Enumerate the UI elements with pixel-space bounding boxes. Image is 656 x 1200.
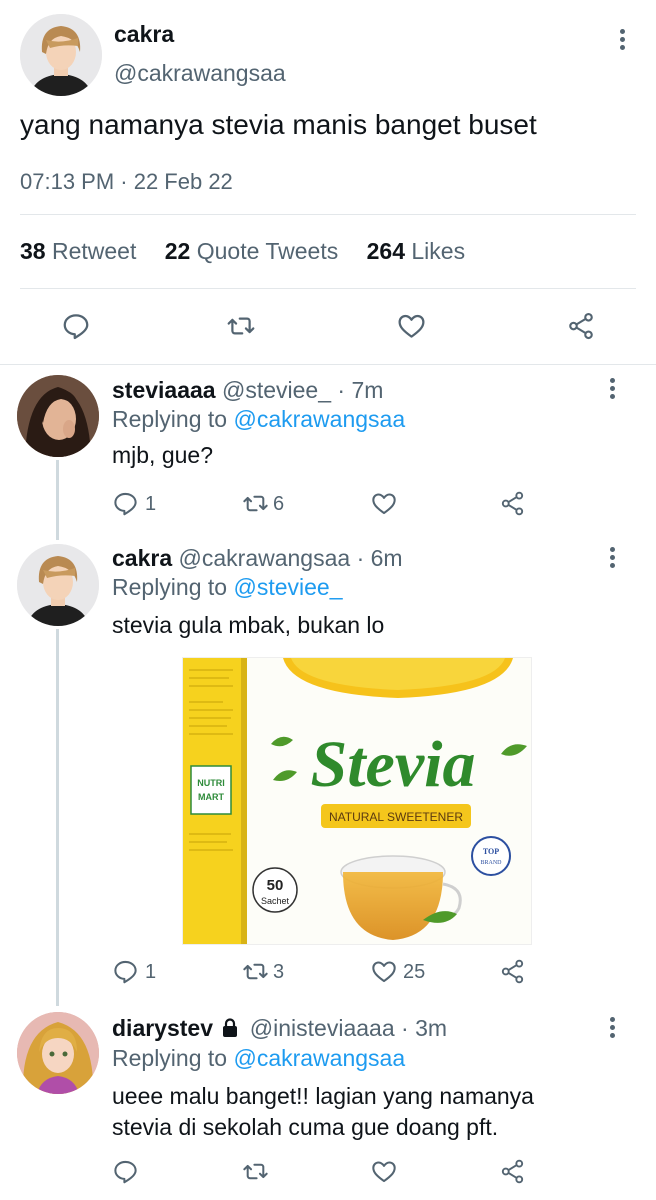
tweet-text: yang namanya stevia manis banget buset: [20, 109, 537, 140]
share-icon[interactable]: [499, 1158, 526, 1185]
nutri-badge-text: NUTRI: [197, 778, 225, 788]
thread-line: [56, 460, 59, 540]
more-options-icon[interactable]: [618, 29, 626, 51]
reply-icon[interactable]: [112, 1158, 139, 1185]
likes-stat[interactable]: 264 Likes: [367, 238, 465, 264]
reply-author-handle[interactable]: @steviee_: [222, 377, 331, 403]
avatar-image: [20, 14, 102, 96]
retweet-icon[interactable]: [225, 311, 257, 341]
more-options-icon[interactable]: [608, 378, 616, 400]
reply-author-name[interactable]: diarystev: [112, 1015, 213, 1041]
sachet-label: Sachet: [261, 896, 290, 906]
tweet-timestamp[interactable]: 07:13 PM · 22 Feb 22: [20, 169, 233, 195]
brand-badge-text: BRAND: [480, 860, 502, 866]
reply-time[interactable]: · 7m: [337, 377, 383, 403]
reply-author-handle[interactable]: @inisteviaaaa: [250, 1015, 395, 1041]
reply-avatar[interactable]: [17, 544, 99, 626]
sachet-count: 50: [267, 877, 284, 894]
stevia-product-image: NUTRI MART Stevia NATURAL SWEETENER 50 S…: [183, 658, 531, 944]
mention-link[interactable]: @steviee_: [233, 574, 342, 600]
retweet-count: 3: [273, 961, 285, 983]
quote-tweets-stat[interactable]: 22 Quote Tweets: [165, 238, 338, 264]
lock-icon: [221, 1017, 239, 1044]
author-name[interactable]: cakra: [114, 21, 174, 48]
reply-text: ueee malu banget!! lagian yang namanya s…: [112, 1081, 534, 1143]
more-options-icon[interactable]: [608, 547, 616, 569]
retweet-count: 6: [273, 493, 285, 515]
divider: [0, 364, 656, 365]
reply-header: steviaaaa @steviee_ · 7m: [112, 377, 383, 404]
reply-icon[interactable]: [112, 490, 139, 517]
retweet-icon[interactable]: [241, 958, 270, 985]
share-icon[interactable]: [499, 490, 526, 517]
retweet-icon[interactable]: [241, 490, 270, 517]
reply-count: 1: [145, 493, 157, 515]
divider: [20, 288, 636, 289]
reply-text-line: stevia di sekolah cuma gue doang pft.: [112, 1114, 499, 1140]
share-icon[interactable]: [499, 958, 526, 985]
more-options-icon[interactable]: [608, 1017, 616, 1039]
author-avatar[interactable]: [20, 14, 102, 96]
like-icon[interactable]: [396, 311, 427, 341]
reply-author-handle[interactable]: @cakrawangsaa: [179, 545, 351, 571]
reply-avatar[interactable]: [17, 375, 99, 457]
reply-text: stevia gula mbak, bukan lo: [112, 612, 385, 638]
replying-to: Replying to @cakrawangsaa: [112, 1045, 406, 1071]
avatar-image: [17, 375, 99, 457]
mention-link[interactable]: @cakrawangsaa: [233, 1045, 405, 1071]
like-icon[interactable]: [370, 490, 398, 517]
reply-text: mjb, gue?: [112, 442, 214, 468]
replying-to: Replying to @steviee_: [112, 574, 343, 600]
retweets-stat[interactable]: 38 Retweet: [20, 238, 136, 264]
brand-title: Stevia: [311, 728, 476, 801]
mart-badge-text: MART: [198, 792, 224, 802]
top-brand-text: TOP: [483, 847, 499, 856]
reply-time[interactable]: · 3m: [401, 1015, 447, 1041]
reply-time[interactable]: · 6m: [357, 545, 403, 571]
attached-image[interactable]: NUTRI MART Stevia NATURAL SWEETENER 50 S…: [182, 657, 532, 945]
avatar-image: [17, 1012, 99, 1094]
author-handle[interactable]: @cakrawangsaa: [114, 60, 286, 87]
reply-header: diarystev @inisteviaaaa · 3m: [112, 1015, 447, 1044]
reply-author-name[interactable]: cakra: [112, 545, 172, 571]
reply-count: 1: [145, 961, 157, 983]
reply-icon[interactable]: [61, 311, 91, 341]
reply-header: cakra @cakrawangsaa · 6m: [112, 545, 403, 572]
replying-to: Replying to @cakrawangsaa: [112, 406, 406, 432]
share-icon[interactable]: [566, 311, 596, 341]
reply-avatar[interactable]: [17, 1012, 99, 1094]
tweet-stats: 38 Retweet 22 Quote Tweets 264 Likes: [20, 238, 487, 265]
like-count: 25: [403, 961, 426, 983]
thread-line: [56, 629, 59, 1006]
reply-icon[interactable]: [112, 958, 139, 985]
divider: [20, 214, 636, 215]
reply-author-name[interactable]: steviaaaa: [112, 377, 216, 403]
reply-text-line: ueee malu banget!! lagian yang namanya: [112, 1083, 534, 1109]
retweet-icon[interactable]: [241, 1158, 270, 1185]
avatar-image: [17, 544, 99, 626]
like-icon[interactable]: [370, 958, 398, 985]
mention-link[interactable]: @cakrawangsaa: [233, 406, 405, 432]
like-icon[interactable]: [370, 1158, 398, 1185]
brand-tagline: NATURAL SWEETENER: [329, 810, 463, 824]
